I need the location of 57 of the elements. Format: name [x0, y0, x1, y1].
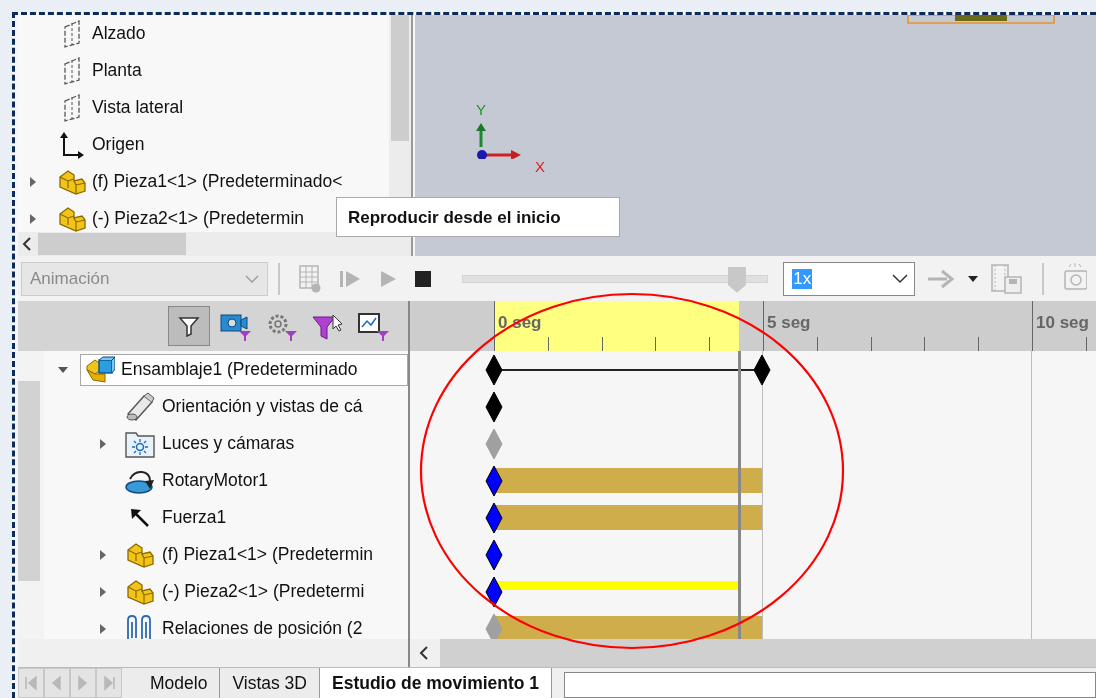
- tree-item[interactable]: Ensamblaje1 (Predeterminado: [80, 353, 408, 386]
- scrollbar[interactable]: [410, 639, 1096, 668]
- plane-icon: [61, 18, 83, 49]
- expand-icon: [98, 585, 108, 598]
- tab[interactable]: Vistas 3D: [220, 668, 320, 698]
- tooltip: Reproducir desde el inicio: [336, 197, 620, 237]
- tree-item[interactable]: Vista lateral: [92, 97, 184, 118]
- keyframe-diamond[interactable]: [485, 539, 503, 572]
- time-label: 5 seg: [767, 313, 811, 334]
- expand-icon: [98, 622, 108, 635]
- arrow-icon: [129, 506, 151, 529]
- time-label: 10 seg: [1036, 313, 1089, 334]
- tab[interactable]: Modelo: [122, 668, 221, 698]
- axis-label: Y: [476, 101, 486, 118]
- plane-icon: [61, 55, 83, 86]
- slider-thumb[interactable]: [727, 266, 746, 293]
- expand-icon: [98, 548, 108, 561]
- plane-icon: [61, 92, 83, 123]
- tab[interactable]: Estudio de movimiento 1: [320, 668, 553, 698]
- tree-item[interactable]: (f) Pieza1<1> (Predeterminado<: [92, 171, 343, 192]
- tree-item[interactable]: Fuerza1: [162, 507, 227, 529]
- keyframe-diamond[interactable]: [485, 502, 503, 535]
- time-label: 0 seg: [498, 313, 542, 334]
- scrollbar[interactable]: [18, 232, 411, 256]
- part-icon: [58, 205, 86, 232]
- tree-item[interactable]: (-) Pieza2<1> (Predetermi: [162, 581, 365, 603]
- keyframe-diamond[interactable]: [485, 391, 503, 424]
- tree-item[interactable]: Luces y cámaras: [162, 433, 295, 455]
- part-icon: [126, 541, 154, 568]
- part-icon: [126, 578, 154, 605]
- timeline-ruler[interactable]: 0 seg 5 seg 10 seg: [410, 301, 1096, 352]
- axes-icon: [59, 130, 85, 159]
- assembly-icon: [85, 355, 115, 384]
- keyframe-diamond[interactable]: [485, 465, 503, 498]
- tree-item[interactable]: Alzado: [92, 23, 146, 44]
- filter-button[interactable]: [168, 306, 210, 347]
- tree-item[interactable]: Planta: [92, 60, 142, 81]
- tree-item[interactable]: (f) Pieza1<1> (Predetermin: [162, 544, 374, 566]
- flashlight-icon: [124, 391, 156, 422]
- caret-icon[interactable]: [968, 275, 979, 282]
- tree-item[interactable]: Orientación y vistas de cá: [162, 396, 363, 418]
- axis-label: X: [535, 158, 545, 175]
- expand-icon: [98, 437, 108, 450]
- keyframe-diamond[interactable]: [753, 354, 771, 387]
- filter-icon[interactable]: [178, 315, 200, 338]
- keyframe-diamond[interactable]: [485, 576, 503, 609]
- chevron-down-icon: [245, 274, 260, 283]
- tree-item[interactable]: Relaciones de posición (2: [162, 618, 363, 640]
- tree-item[interactable]: RotaryMotor1: [162, 470, 268, 492]
- stop-icon[interactable]: [415, 270, 432, 287]
- tree-item[interactable]: Origen: [92, 134, 145, 155]
- expand-icon: [28, 175, 38, 188]
- keyframe-diamond[interactable]: [485, 354, 503, 387]
- expand-icon: [28, 212, 38, 225]
- part-icon: [58, 168, 86, 195]
- chevron-down-icon: [892, 273, 909, 284]
- tree-item[interactable]: (-) Pieza2<1> (Predetermin: [92, 208, 305, 229]
